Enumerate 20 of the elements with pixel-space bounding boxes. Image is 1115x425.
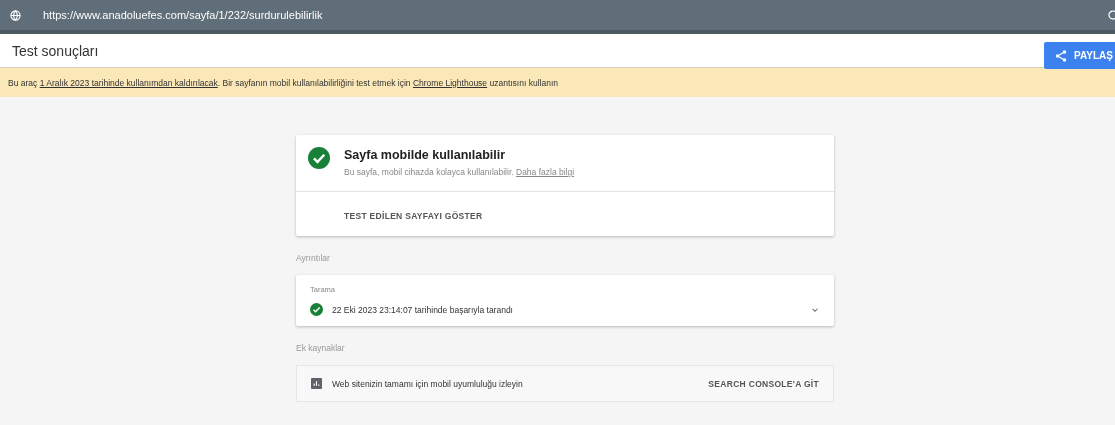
notice-link[interactable]: Chrome Lighthouse [412,77,488,88]
page-title: Test sonuçları [12,42,99,59]
section-heading: Ek kaynaklar [296,343,346,353]
notice-link[interactable]: 1 Aralık 2023 tarihinde kullanımdan kaldırılacak [39,77,218,88]
bar-chart-icon [311,378,322,389]
check-icon [310,303,323,316]
more-info-link[interactable]: Daha fazla bilgi [516,167,575,177]
deprecation-notice: Bu araç 1 Aralık 2023 tarihinde kullanımdan kaldırılacak. Bir sayfanın mobil kullanılabilirliğini test etmek için Chrome Lighthouse uzantısını kullanın [8,77,558,88]
result-description: Bu sayfa, mobil cihazda kolayca kullanılabilir. Daha fazla bilgi [344,167,575,177]
page-url: https://www.anadoluefes.com/sayfa/1/232/surdurulebilirlik [43,9,323,21]
resource-text: Web sitenizin tamamı için mobil uyumluluğu izleyin [332,378,524,389]
search-console-button[interactable]: SEARCH CONSOLE'A GİT [708,378,819,389]
share-icon [1054,48,1069,63]
crawl-status: 22 Eki 2023 23:14:07 tarihinde başarıyla tarandı [332,304,514,315]
share-button[interactable]: PAYLAŞ [1044,42,1115,69]
result-title: Sayfa mobilde kullanılabilir [344,148,507,162]
section-heading: Ayrıntılar [296,253,331,263]
globe-icon [10,9,21,21]
check-icon [308,147,330,169]
view-tested-page-button[interactable]: TEST EDİLEN SAYFAYI GÖSTER [344,211,483,221]
